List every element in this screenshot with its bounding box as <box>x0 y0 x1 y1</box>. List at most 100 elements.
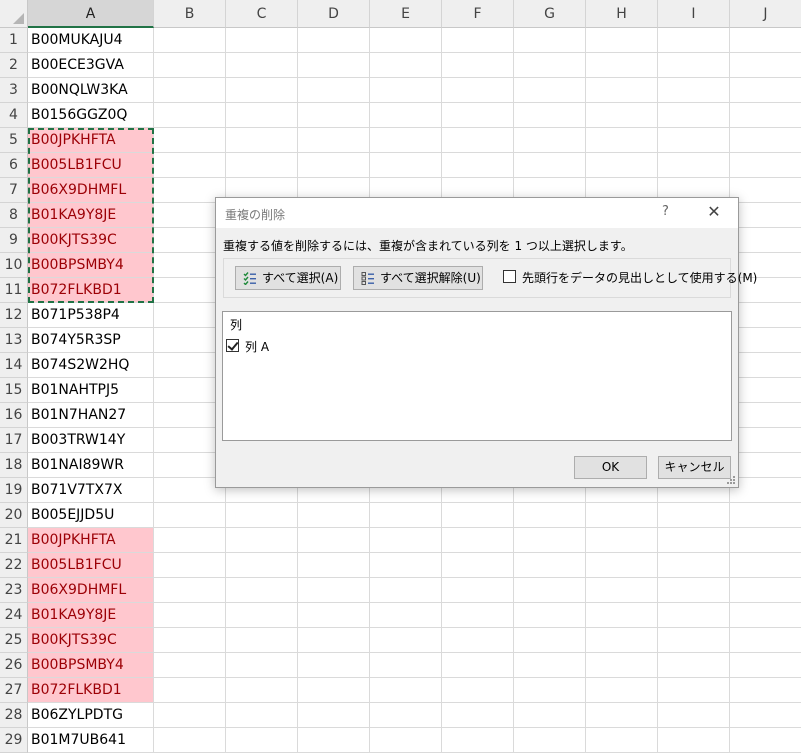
empty-cell[interactable] <box>442 103 514 128</box>
row-header[interactable]: 12 <box>0 303 28 328</box>
cell-a[interactable]: B00BPSMBY4 <box>28 653 154 678</box>
row-header[interactable]: 20 <box>0 503 28 528</box>
row-header[interactable]: 17 <box>0 428 28 453</box>
empty-cell[interactable] <box>658 28 730 53</box>
column-header-g[interactable]: G <box>514 0 586 28</box>
empty-cell[interactable] <box>370 603 442 628</box>
empty-cell[interactable] <box>226 103 298 128</box>
empty-cell[interactable] <box>514 78 586 103</box>
empty-cell[interactable] <box>298 78 370 103</box>
empty-cell[interactable] <box>658 153 730 178</box>
row-header[interactable]: 8 <box>0 203 28 228</box>
row-header[interactable]: 9 <box>0 228 28 253</box>
empty-cell[interactable] <box>154 653 226 678</box>
empty-cell[interactable] <box>658 678 730 703</box>
empty-cell[interactable] <box>370 678 442 703</box>
empty-cell[interactable] <box>370 128 442 153</box>
empty-cell[interactable] <box>586 653 658 678</box>
empty-cell[interactable] <box>370 153 442 178</box>
empty-cell[interactable] <box>442 53 514 78</box>
row-header[interactable]: 23 <box>0 578 28 603</box>
empty-cell[interactable] <box>226 78 298 103</box>
empty-cell[interactable] <box>298 578 370 603</box>
empty-cell[interactable] <box>514 653 586 678</box>
empty-cell[interactable] <box>298 528 370 553</box>
cell-a[interactable]: B072FLKBD1 <box>28 678 154 703</box>
empty-cell[interactable] <box>730 153 801 178</box>
empty-cell[interactable] <box>154 503 226 528</box>
empty-cell[interactable] <box>514 53 586 78</box>
empty-cell[interactable] <box>226 153 298 178</box>
row-header[interactable]: 7 <box>0 178 28 203</box>
empty-cell[interactable] <box>730 178 801 203</box>
empty-cell[interactable] <box>370 503 442 528</box>
row-header[interactable]: 3 <box>0 78 28 103</box>
empty-cell[interactable] <box>586 103 658 128</box>
empty-cell[interactable] <box>514 603 586 628</box>
row-header[interactable]: 21 <box>0 528 28 553</box>
empty-cell[interactable] <box>586 678 658 703</box>
empty-cell[interactable] <box>442 603 514 628</box>
empty-cell[interactable] <box>154 103 226 128</box>
empty-cell[interactable] <box>658 603 730 628</box>
row-header[interactable]: 11 <box>0 278 28 303</box>
empty-cell[interactable] <box>154 153 226 178</box>
empty-cell[interactable] <box>730 653 801 678</box>
empty-cell[interactable] <box>298 703 370 728</box>
cell-a[interactable]: B00KJTS39C <box>28 628 154 653</box>
empty-cell[interactable] <box>586 528 658 553</box>
empty-cell[interactable] <box>298 153 370 178</box>
empty-cell[interactable] <box>226 578 298 603</box>
empty-cell[interactable] <box>514 578 586 603</box>
empty-cell[interactable] <box>586 553 658 578</box>
row-header[interactable]: 27 <box>0 678 28 703</box>
empty-cell[interactable] <box>154 28 226 53</box>
empty-cell[interactable] <box>298 53 370 78</box>
empty-cell[interactable] <box>442 128 514 153</box>
empty-cell[interactable] <box>442 678 514 703</box>
empty-cell[interactable] <box>226 28 298 53</box>
empty-cell[interactable] <box>370 553 442 578</box>
cancel-button[interactable]: キャンセル <box>658 456 731 479</box>
cell-a[interactable]: B01KA9Y8JE <box>28 203 154 228</box>
empty-cell[interactable] <box>730 53 801 78</box>
empty-cell[interactable] <box>730 703 801 728</box>
row-header[interactable]: 25 <box>0 628 28 653</box>
empty-cell[interactable] <box>730 28 801 53</box>
cell-a[interactable]: B00KJTS39C <box>28 228 154 253</box>
empty-cell[interactable] <box>730 453 801 478</box>
empty-cell[interactable] <box>586 603 658 628</box>
empty-cell[interactable] <box>586 703 658 728</box>
empty-cell[interactable] <box>730 303 801 328</box>
empty-cell[interactable] <box>658 78 730 103</box>
empty-cell[interactable] <box>514 28 586 53</box>
empty-cell[interactable] <box>154 628 226 653</box>
cell-a[interactable]: B005LB1FCU <box>28 553 154 578</box>
empty-cell[interactable] <box>586 628 658 653</box>
empty-cell[interactable] <box>730 553 801 578</box>
empty-cell[interactable] <box>442 578 514 603</box>
column-header-h[interactable]: H <box>586 0 658 28</box>
empty-cell[interactable] <box>514 528 586 553</box>
empty-cell[interactable] <box>370 653 442 678</box>
row-header[interactable]: 28 <box>0 703 28 728</box>
empty-cell[interactable] <box>154 553 226 578</box>
empty-cell[interactable] <box>442 78 514 103</box>
empty-cell[interactable] <box>226 703 298 728</box>
cell-a[interactable]: B005LB1FCU <box>28 153 154 178</box>
empty-cell[interactable] <box>730 353 801 378</box>
empty-cell[interactable] <box>154 128 226 153</box>
cell-a[interactable]: B00ECE3GVA <box>28 53 154 78</box>
empty-cell[interactable] <box>658 578 730 603</box>
row-header[interactable]: 16 <box>0 403 28 428</box>
empty-cell[interactable] <box>442 28 514 53</box>
row-header[interactable]: 19 <box>0 478 28 503</box>
empty-cell[interactable] <box>370 578 442 603</box>
empty-cell[interactable] <box>298 503 370 528</box>
empty-cell[interactable] <box>658 653 730 678</box>
empty-cell[interactable] <box>730 578 801 603</box>
empty-cell[interactable] <box>154 603 226 628</box>
close-button[interactable]: ✕ <box>702 201 726 223</box>
empty-cell[interactable] <box>658 53 730 78</box>
empty-cell[interactable] <box>226 628 298 653</box>
